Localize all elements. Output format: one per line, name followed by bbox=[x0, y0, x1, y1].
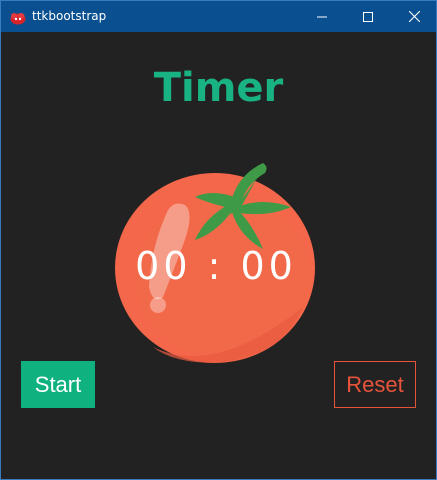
maximize-icon bbox=[363, 11, 373, 22]
app-window: ttkbootstrap Timer 00: 00 Start Reset bbox=[0, 0, 437, 480]
client-area: Timer 00 : 00 Start Reset bbox=[1, 32, 436, 479]
start-button[interactable]: Start bbox=[21, 361, 95, 408]
reset-button[interactable]: Reset bbox=[334, 361, 416, 408]
timer-display: 00 : 00 bbox=[135, 244, 297, 288]
maximize-button[interactable] bbox=[345, 1, 391, 32]
minimize-button[interactable] bbox=[299, 1, 345, 32]
close-button[interactable] bbox=[391, 1, 437, 32]
page-title: Timer bbox=[153, 65, 284, 111]
close-icon bbox=[408, 11, 420, 22]
minimize-icon bbox=[317, 16, 327, 17]
app-logo-icon bbox=[10, 10, 26, 25]
window-title: ttkbootstrap bbox=[32, 9, 107, 23]
title-bar[interactable]: ttkbootstrap bbox=[1, 1, 436, 32]
